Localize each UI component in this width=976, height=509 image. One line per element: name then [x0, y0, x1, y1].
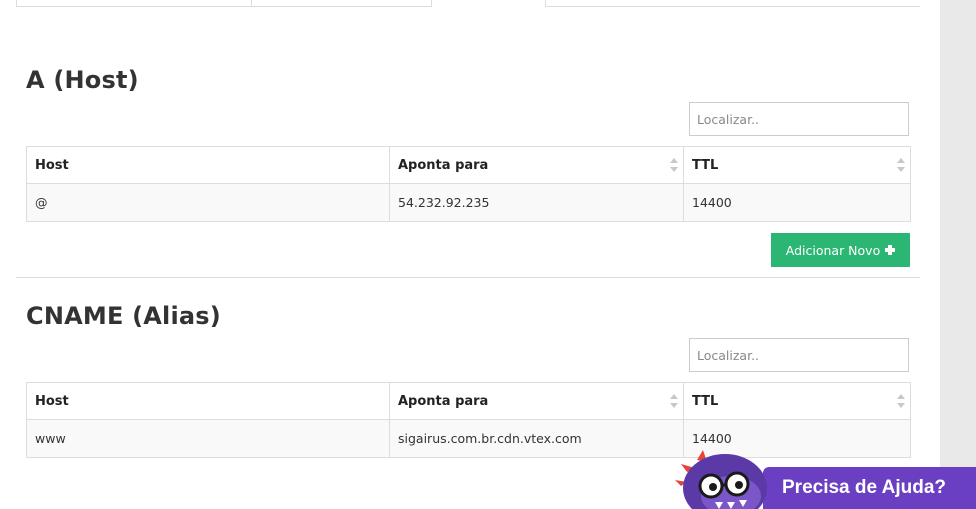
right-gutter [940, 0, 976, 509]
column-header-points-to[interactable]: Aponta para [389, 146, 684, 184]
cell-ttl: 14400 [683, 183, 911, 222]
plus-icon [885, 245, 896, 255]
sort-icon[interactable] [670, 394, 678, 408]
search-input-a-host[interactable] [689, 102, 909, 136]
sort-icon[interactable] [670, 158, 678, 172]
cell-host: @ [26, 183, 390, 222]
tab-strip-line [546, 6, 920, 7]
top-tab-2[interactable] [251, 0, 432, 7]
column-header-label: TTL [692, 157, 719, 173]
column-header-ttl[interactable]: TTL [683, 146, 911, 184]
column-header-label: Host [35, 393, 69, 409]
top-tab-active-gap[interactable] [431, 0, 546, 7]
help-button-label: Precisa de Ajuda? [782, 477, 947, 498]
cell-points-to: 54.232.92.235 [389, 183, 684, 222]
search-input-cname-alias[interactable] [689, 338, 909, 372]
column-header-label: TTL [692, 393, 719, 409]
column-header-label: Aponta para [398, 393, 489, 409]
cell-points-to: sigairus.com.br.cdn.vtex.com [389, 419, 684, 458]
column-header-host[interactable]: Host [26, 146, 390, 184]
section-divider [16, 277, 920, 278]
cell-host: www [26, 419, 390, 458]
cname-alias-table: Host Aponta para TTL www sigairus.com.br… [26, 382, 911, 458]
column-header-label: Host [35, 157, 69, 173]
dinosaur-mascot-icon[interactable] [675, 450, 771, 509]
table-row[interactable]: @ 54.232.92.235 14400 [26, 183, 911, 222]
top-tab-strip [16, 0, 920, 7]
add-new-button[interactable]: Adicionar Novo [771, 233, 910, 267]
column-header-label: Aponta para [398, 157, 489, 173]
add-new-button-label: Adicionar Novo [785, 242, 881, 258]
top-tab-1[interactable] [16, 0, 252, 7]
table-header-row: Host Aponta para TTL [26, 146, 911, 184]
sort-icon[interactable] [897, 394, 905, 408]
a-host-table: Host Aponta para TTL @ 54.232.92.235 144… [26, 146, 911, 222]
column-header-host[interactable]: Host [26, 382, 390, 420]
section-title-cname-alias: CNAME (Alias) [26, 302, 221, 330]
column-header-points-to[interactable]: Aponta para [389, 382, 684, 420]
help-widget[interactable]: Precisa de Ajuda? [675, 450, 976, 509]
column-header-ttl[interactable]: TTL [683, 382, 911, 420]
section-title-a-host: A (Host) [26, 66, 139, 94]
sort-icon[interactable] [897, 158, 905, 172]
help-button[interactable]: Precisa de Ajuda? [763, 467, 976, 509]
table-header-row: Host Aponta para TTL [26, 382, 911, 420]
